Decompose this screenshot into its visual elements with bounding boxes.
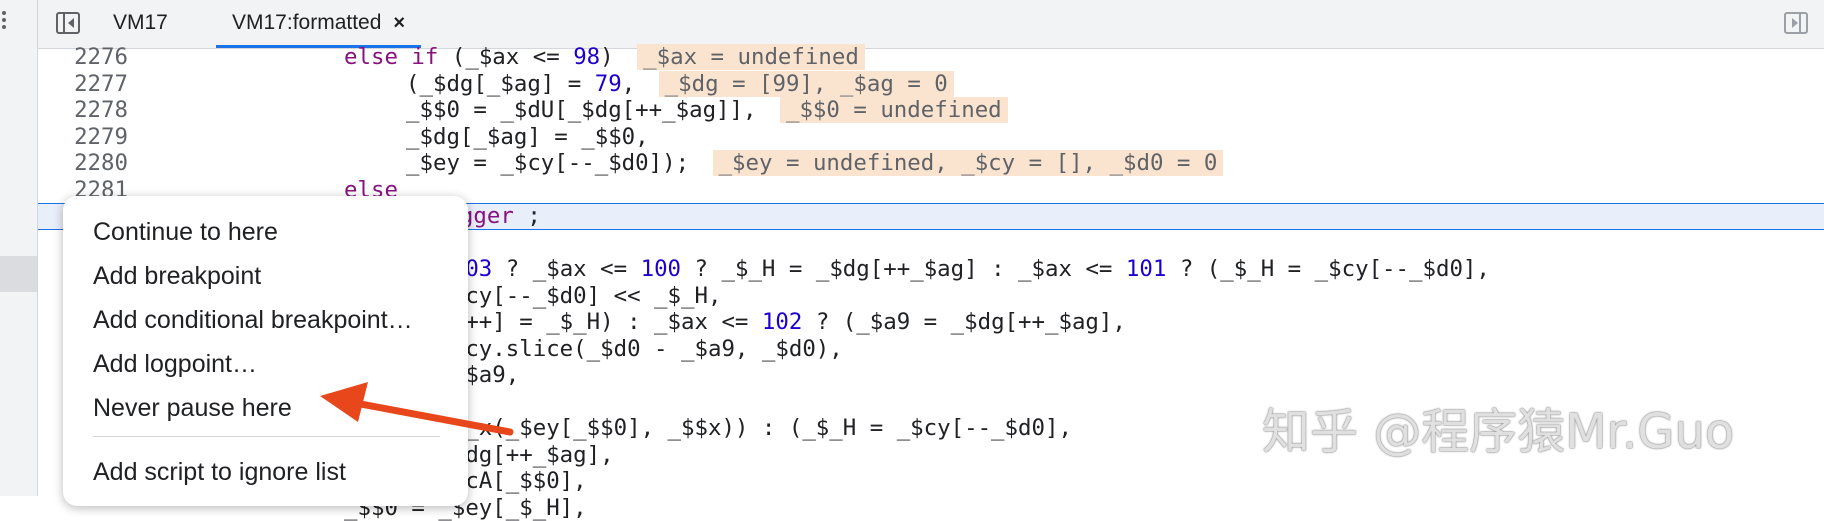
line-number[interactable]: 2278 <box>38 97 128 124</box>
watermark: 知乎 @程序猿Mr.Guo <box>1262 392 1734 462</box>
menu-item-add-script-to-ignore-list[interactable]: Add script to ignore list <box>93 452 346 492</box>
code-line[interactable]: 2278 _$$0 = _$dU[_$dg[++_$ag]], _$$0 = un… <box>38 97 1824 124</box>
more-options-icon[interactable] <box>2 8 10 32</box>
close-icon[interactable]: × <box>393 12 405 34</box>
code-text: _$dg[_$ag] = _$$0, <box>406 124 649 151</box>
inline-value: _$ax = undefined <box>637 44 865 70</box>
left-sidebar <box>0 0 38 496</box>
code-text: _$ax <= 103 ? _$ax <= 100 ? _$_H = _$dg[… <box>344 256 1490 283</box>
code-line[interactable]: 2280 _$ey = _$cy[--_$d0]); _$ey = undefin… <box>38 150 1824 177</box>
tab-vm17[interactable]: VM17 <box>113 0 193 48</box>
menu-item-add-conditional-breakpoint[interactable]: Add conditional breakpoint… <box>93 300 413 340</box>
code-text: (_$dg[_$ag] = 79, _$dg = [99], _$ag = 0 <box>406 71 954 98</box>
selected-sidebar-item[interactable] <box>0 256 37 292</box>
inline-value: _$$0 = undefined <box>780 97 1008 123</box>
tab-vm17-formatted[interactable]: VM17:formatted × <box>216 0 421 48</box>
inline-value: _$dg = [99], _$ag = 0 <box>659 71 954 97</box>
code-text: else if (_$ax <= 98) _$ax = undefined <box>344 44 865 71</box>
line-number[interactable]: 2279 <box>38 124 128 151</box>
code-text: _$$0 = _$dU[_$dg[++_$ag]], _$$0 = undefi… <box>406 97 1008 124</box>
line-number[interactable]: 2280 <box>38 150 128 177</box>
menu-item-add-logpoint[interactable]: Add logpoint… <box>93 344 257 384</box>
menu-item-never-pause-here[interactable]: Never pause here <box>93 388 292 428</box>
code-text: _$ey = _$cy[--_$d0]); _$ey = undefined, … <box>406 150 1223 177</box>
line-number[interactable]: 2277 <box>38 71 128 98</box>
line-number[interactable]: 2276 <box>38 44 128 71</box>
tab-label: VM17:formatted <box>232 11 381 34</box>
menu-item-continue-to-here[interactable]: Continue to here <box>93 212 278 252</box>
inline-value: _$ey = undefined, _$cy = [], _$d0 = 0 <box>713 150 1224 176</box>
tab-bar: VM17 VM17:formatted × <box>38 0 1824 49</box>
menu-item-add-breakpoint[interactable]: Add breakpoint <box>93 256 261 296</box>
code-line[interactable]: 2276 else if (_$ax <= 98) _$ax = undefine… <box>38 44 1824 71</box>
tab-label: VM17 <box>113 11 168 34</box>
code-line[interactable]: 2277 (_$dg[_$ag] = 79, _$dg = [99], _$ag … <box>38 71 1824 98</box>
code-line[interactable]: 2279 _$dg[_$ag] = _$$0, <box>38 124 1824 151</box>
context-menu: Continue to here Add breakpoint Add cond… <box>63 196 468 506</box>
toggle-debugger-icon[interactable] <box>1784 12 1808 34</box>
annotation-arrow-icon <box>310 378 520 448</box>
toggle-navigator-icon[interactable] <box>56 12 80 34</box>
